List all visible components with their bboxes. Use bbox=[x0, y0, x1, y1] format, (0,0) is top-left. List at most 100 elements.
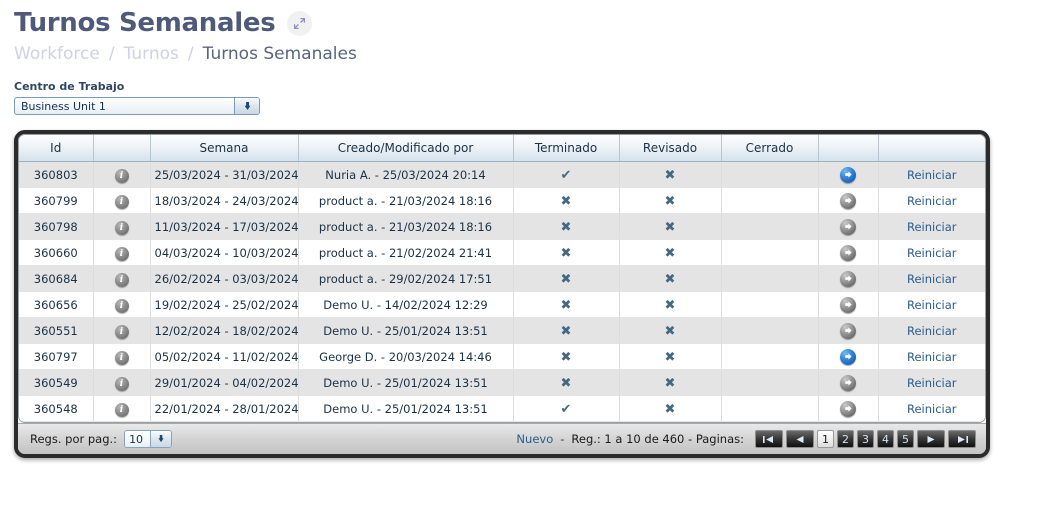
cell-goto[interactable] bbox=[818, 265, 879, 292]
cell-info[interactable]: i bbox=[93, 291, 151, 318]
column-header-semana[interactable]: Semana bbox=[150, 135, 299, 162]
table-row[interactable]: 360803 i 25/03/2024 - 31/03/2024 Nuria A. -… bbox=[19, 161, 985, 188]
cell-action[interactable]: Reiniciar bbox=[878, 317, 985, 344]
column-header-creado-modificado-por[interactable]: Creado/Modificado por bbox=[298, 135, 514, 162]
cell-action[interactable]: Reiniciar bbox=[878, 239, 985, 266]
cell-info[interactable]: i bbox=[93, 239, 151, 266]
cell-info[interactable]: i bbox=[93, 161, 151, 188]
arrow-right-circle-icon[interactable] bbox=[840, 400, 856, 417]
info-circle-icon[interactable]: i bbox=[114, 350, 129, 365]
column-header-revisado[interactable]: Revisado bbox=[619, 135, 722, 162]
info-circle-icon[interactable]: i bbox=[114, 376, 129, 391]
prev-page-icon[interactable] bbox=[786, 430, 814, 448]
work-center-select[interactable]: Business Unit 1 bbox=[14, 97, 260, 115]
cell-action[interactable]: Reiniciar bbox=[878, 291, 985, 318]
arrow-right-circle-icon[interactable] bbox=[840, 296, 856, 313]
table-row[interactable]: 360549 i 29/01/2024 - 04/02/2024 Demo U. - … bbox=[19, 369, 985, 396]
restart-link[interactable]: Reiniciar bbox=[907, 246, 957, 260]
records-per-page-select[interactable]: 10 bbox=[124, 430, 173, 448]
cell-action[interactable]: Reiniciar bbox=[878, 369, 985, 396]
cell-action[interactable]: Reiniciar bbox=[878, 213, 985, 240]
arrow-right-circle-icon[interactable] bbox=[840, 192, 856, 209]
table-row[interactable]: 360660 i 04/03/2024 - 10/03/2024 product a.… bbox=[19, 239, 985, 266]
cell-revisado: ✖ bbox=[619, 265, 722, 292]
table-row[interactable]: 360798 i 11/03/2024 - 17/03/2024 product a.… bbox=[19, 213, 985, 240]
page-button-2[interactable]: 2 bbox=[837, 430, 854, 448]
restart-link[interactable]: Reiniciar bbox=[907, 298, 957, 312]
first-page-icon[interactable] bbox=[755, 430, 783, 448]
info-circle-icon[interactable]: i bbox=[114, 194, 129, 209]
cell-goto[interactable] bbox=[818, 239, 879, 266]
arrow-right-circle-icon[interactable] bbox=[840, 322, 856, 339]
info-circle-icon[interactable]: i bbox=[114, 220, 129, 235]
cell-info[interactable]: i bbox=[93, 395, 151, 422]
cell-semana: 12/02/2024 - 18/02/2024 bbox=[150, 317, 299, 344]
cell-revisado: ✖ bbox=[619, 291, 722, 318]
cell-cerrado bbox=[721, 161, 819, 188]
cell-info[interactable]: i bbox=[93, 187, 151, 214]
new-record-link[interactable]: Nuevo bbox=[516, 432, 553, 446]
arrow-right-circle-icon[interactable] bbox=[840, 218, 856, 235]
table-row[interactable]: 360548 i 22/01/2024 - 28/01/2024 Demo U. - … bbox=[19, 395, 985, 422]
cell-cerrado bbox=[721, 239, 819, 266]
cell-goto[interactable] bbox=[818, 291, 879, 318]
restart-link[interactable]: Reiniciar bbox=[907, 376, 957, 390]
cell-info[interactable]: i bbox=[93, 343, 151, 370]
cell-action[interactable]: Reiniciar bbox=[878, 343, 985, 370]
column-header-cerrado[interactable]: Cerrado bbox=[721, 135, 819, 162]
cell-info[interactable]: i bbox=[93, 213, 151, 240]
page-button-1[interactable]: 1 bbox=[817, 430, 834, 448]
table-row[interactable]: 360797 i 05/02/2024 - 11/02/2024 George D. … bbox=[19, 343, 985, 370]
arrow-right-circle-icon[interactable] bbox=[840, 374, 856, 391]
cell-goto[interactable] bbox=[818, 213, 879, 240]
cell-info[interactable]: i bbox=[93, 369, 151, 396]
column-header-id[interactable]: Id bbox=[19, 135, 94, 162]
cell-action[interactable]: Reiniciar bbox=[878, 161, 985, 188]
info-circle-icon[interactable]: i bbox=[114, 246, 129, 261]
restart-link[interactable]: Reiniciar bbox=[907, 324, 957, 338]
arrow-right-circle-icon[interactable] bbox=[840, 270, 856, 287]
table-row[interactable]: 360656 i 19/02/2024 - 25/02/2024 Demo U. - … bbox=[19, 291, 985, 318]
cell-goto[interactable] bbox=[818, 395, 879, 422]
breadcrumb-item-workforce[interactable]: Workforce bbox=[14, 44, 100, 64]
table-row[interactable]: 360551 i 12/02/2024 - 18/02/2024 Demo U. - … bbox=[19, 317, 985, 344]
arrow-right-circle-icon[interactable] bbox=[840, 348, 856, 365]
cell-info[interactable]: i bbox=[93, 317, 151, 344]
table-row[interactable]: 360684 i 26/02/2024 - 03/03/2024 product a.… bbox=[19, 265, 985, 292]
restart-link[interactable]: Reiniciar bbox=[907, 350, 957, 364]
cell-cerrado bbox=[721, 187, 819, 214]
restart-link[interactable]: Reiniciar bbox=[907, 402, 957, 416]
info-circle-icon[interactable]: i bbox=[114, 168, 129, 183]
cell-action[interactable]: Reiniciar bbox=[878, 395, 985, 422]
restart-link[interactable]: Reiniciar bbox=[907, 168, 957, 182]
restart-link[interactable]: Reiniciar bbox=[907, 272, 957, 286]
cell-semana: 25/03/2024 - 31/03/2024 bbox=[150, 161, 299, 188]
page-button-4[interactable]: 4 bbox=[877, 430, 894, 448]
arrow-right-circle-icon[interactable] bbox=[840, 244, 856, 261]
cell-action[interactable]: Reiniciar bbox=[878, 187, 985, 214]
info-circle-icon[interactable]: i bbox=[114, 402, 129, 417]
expand-diagonal-icon[interactable] bbox=[287, 10, 313, 36]
cell-goto[interactable] bbox=[818, 161, 879, 188]
cell-goto[interactable] bbox=[818, 317, 879, 344]
page-button-3[interactable]: 3 bbox=[857, 430, 874, 448]
info-circle-icon[interactable]: i bbox=[114, 272, 129, 287]
cell-info[interactable]: i bbox=[93, 265, 151, 292]
cell-action[interactable]: Reiniciar bbox=[878, 265, 985, 292]
page-button-5[interactable]: 5 bbox=[897, 430, 914, 448]
last-page-icon[interactable] bbox=[948, 430, 976, 448]
restart-link[interactable]: Reiniciar bbox=[907, 220, 957, 234]
table-row[interactable]: 360799 i 18/03/2024 - 24/03/2024 product a.… bbox=[19, 187, 985, 214]
cell-goto[interactable] bbox=[818, 369, 879, 396]
breadcrumb-item-turnos[interactable]: Turnos bbox=[124, 44, 179, 64]
cell-goto[interactable] bbox=[818, 343, 879, 370]
restart-link[interactable]: Reiniciar bbox=[907, 194, 957, 208]
cross-icon: ✖ bbox=[560, 349, 572, 365]
info-circle-icon[interactable]: i bbox=[114, 324, 129, 339]
info-circle-icon[interactable]: i bbox=[114, 298, 129, 313]
arrow-right-circle-icon[interactable] bbox=[840, 166, 856, 183]
cell-autor: product a. - 21/03/2024 18:16 bbox=[298, 213, 514, 240]
cell-goto[interactable] bbox=[818, 187, 879, 214]
column-header-terminado[interactable]: Terminado bbox=[513, 135, 620, 162]
next-page-icon[interactable] bbox=[917, 430, 945, 448]
